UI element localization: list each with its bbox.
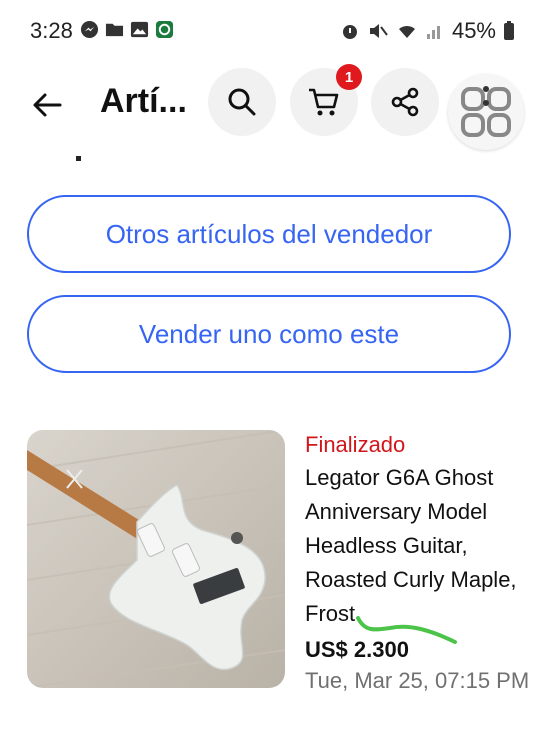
cart-count-badge: 1 xyxy=(336,64,362,90)
mute-icon xyxy=(369,24,388,38)
cart-icon xyxy=(309,88,339,116)
status-right: 45% xyxy=(340,18,514,44)
app-header: Artí... 1 xyxy=(0,60,540,161)
listing-title[interactable]: Legator G6A Ghost Anniversary Model Head… xyxy=(305,461,530,631)
status-left-icons xyxy=(80,20,174,39)
cart-button[interactable]: 1 xyxy=(290,64,362,136)
seller-items-button[interactable]: Otros artículos del vendedor xyxy=(27,195,511,273)
listing-date: Tue, Mar 25, 07:15 PM xyxy=(305,668,530,693)
green-annotation-stroke xyxy=(356,616,457,644)
battery-level: 45% xyxy=(451,18,496,43)
wifi-icon xyxy=(398,25,415,38)
apps-grid-icon xyxy=(461,86,511,137)
image-icon xyxy=(130,21,149,38)
messenger-icon xyxy=(80,20,99,39)
guitar-image xyxy=(27,430,285,688)
folder-icon xyxy=(105,23,124,37)
share-button[interactable] xyxy=(371,68,439,136)
apps-grid-button[interactable] xyxy=(448,74,524,150)
listing-thumbnail[interactable] xyxy=(27,430,285,688)
app-icon xyxy=(155,20,174,39)
sell-one-like-this-button[interactable]: Vender uno como este xyxy=(27,295,511,373)
status-bar: 3:28 45% xyxy=(0,0,540,60)
back-arrow-icon[interactable] xyxy=(30,88,64,122)
battery-icon xyxy=(504,21,514,40)
search-icon xyxy=(228,88,256,116)
page-title: Artí... xyxy=(100,82,187,120)
search-button[interactable] xyxy=(208,68,276,136)
signal-icon xyxy=(426,26,440,39)
alarm-icon xyxy=(342,25,357,39)
listing-info[interactable]: Finalizado Legator G6A Ghost Anniversary… xyxy=(305,430,530,697)
status-time: 3:28 xyxy=(30,18,73,43)
share-icon xyxy=(391,87,419,117)
listing-status: Finalizado xyxy=(305,432,406,457)
menu-dot xyxy=(76,156,81,161)
